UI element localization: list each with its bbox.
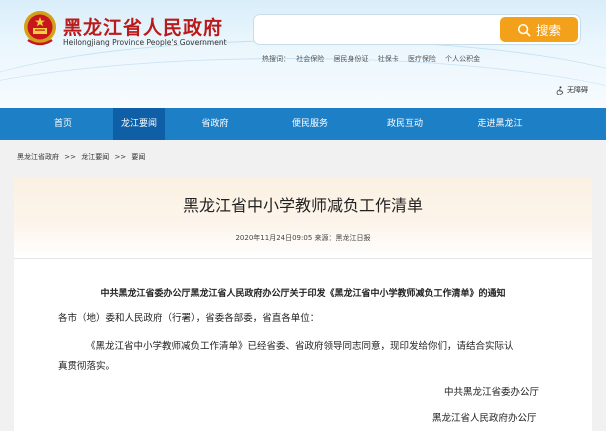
breadcrumb-link[interactable]: 黑龙江省政府 — [17, 153, 59, 161]
nav-item-services[interactable]: 便民服务 — [285, 108, 335, 140]
article-signature: 黑龙江省人民政府办公厅 — [432, 413, 537, 424]
nav-item-news[interactable]: 龙江要闻 — [113, 108, 165, 140]
accessibility-link[interactable]: 无障碍 — [556, 85, 588, 95]
site-title[interactable]: 黑龙江省人民政府 — [63, 13, 223, 40]
article-title: 黑龙江省中小学教师减负工作清单 — [182, 196, 423, 215]
breadcrumb-separator: >> — [64, 153, 76, 161]
article-addressee: 各市（地）委和人民政府（行署），省委各部委，省直各单位： — [58, 313, 320, 324]
breadcrumb-current[interactable]: 要闻 — [131, 153, 145, 161]
article-paragraph: 《黑龙江省中小学教师减负工作清单》已经省委、省政府领导同志同意，现印发给你们，请… — [86, 341, 514, 352]
article-source: 来源：黑龙江日报 — [314, 234, 371, 242]
nav-item-interaction[interactable]: 政民互动 — [380, 108, 430, 140]
breadcrumb-link[interactable]: 龙江要闻 — [81, 153, 109, 161]
national-emblem-icon — [24, 11, 56, 46]
divider — [14, 258, 592, 259]
hot-word-link[interactable]: 居民身份证 — [333, 55, 368, 63]
hot-words: 热搜词： 社会保险 居民身份证 社保卡 医疗保险 个人公积金 — [262, 54, 487, 64]
hot-word-link[interactable]: 医疗保险 — [408, 55, 436, 63]
notice-title: 中共黑龙江省委办公厅黑龙江省人民政府办公厅关于印发《黑龙江省中小学教师减负工作清… — [100, 289, 506, 299]
search-input[interactable] — [260, 17, 496, 42]
search-icon — [517, 23, 531, 36]
hot-word-link[interactable]: 社保卡 — [378, 55, 399, 63]
site-header: 黑龙江省人民政府 Heilongjiang Province People's … — [0, 0, 606, 108]
article-card: 黑龙江省中小学教师减负工作清单 2020年11月24日09:05 来源：黑龙江日… — [14, 178, 592, 431]
nav-item-government[interactable]: 省政府 — [192, 108, 238, 140]
search-box: 搜索 — [254, 15, 580, 44]
search-button[interactable]: 搜索 — [500, 17, 578, 42]
search-button-label: 搜索 — [535, 23, 561, 38]
article-date: 2020年11月24日09:05 — [235, 234, 313, 242]
article-meta: 2020年11月24日09:05 来源：黑龙江日报 — [14, 233, 592, 243]
nav-item-home[interactable]: 首页 — [40, 108, 86, 140]
article-signature: 中共黑龙江省委办公厅 — [444, 387, 540, 398]
main-nav: 首页 龙江要闻 省政府 便民服务 政民互动 走进黑龙江 — [0, 108, 606, 140]
hot-words-label: 热搜词： — [262, 55, 290, 63]
article-paragraph: 真贯彻落实。 — [58, 361, 116, 372]
site-subtitle: Heilongjiang Province People's Governmen… — [63, 38, 227, 47]
nav-item-about[interactable]: 走进黑龙江 — [470, 108, 530, 140]
hot-word-link[interactable]: 社会保险 — [296, 55, 324, 63]
accessibility-label: 无障碍 — [567, 86, 588, 94]
accessibility-icon — [556, 85, 564, 95]
article-header: 黑龙江省中小学教师减负工作清单 2020年11月24日09:05 来源：黑龙江日… — [14, 178, 592, 258]
hot-word-link[interactable]: 个人公积金 — [445, 55, 480, 63]
breadcrumb-separator: >> — [114, 153, 127, 161]
breadcrumb: 黑龙江省政府 >> 龙江要闻 >> 要闻 — [17, 152, 148, 162]
